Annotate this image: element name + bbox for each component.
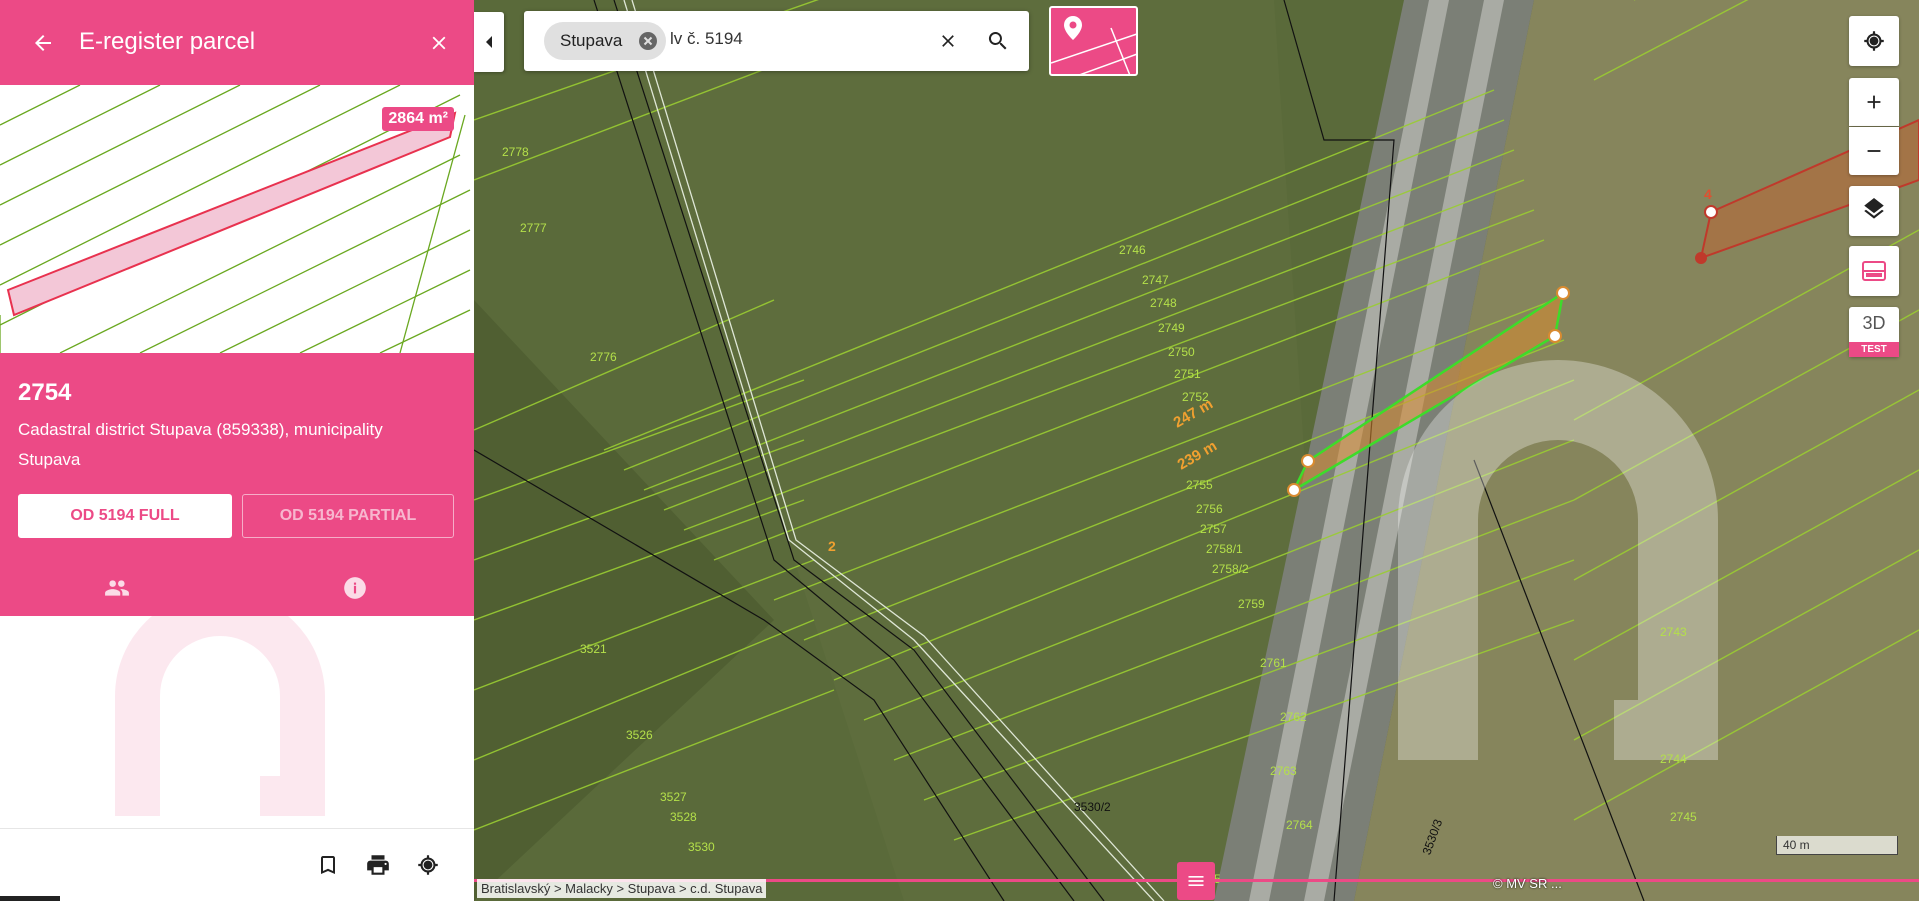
minus-icon	[1867, 150, 1881, 152]
copyright-text: © MV SR ...	[1493, 876, 1562, 891]
tab-info[interactable]	[340, 573, 370, 603]
parcel-layer-toggle[interactable]	[1049, 6, 1138, 76]
close-icon	[432, 36, 446, 50]
back-arrow-icon	[35, 35, 51, 51]
location-chip-label: Stupava	[560, 31, 623, 50]
loading-logo	[115, 616, 325, 816]
bottom-strip	[0, 896, 60, 901]
od-full-button[interactable]: OD 5194 FULL	[18, 494, 232, 538]
split-view-icon	[1862, 261, 1886, 281]
info-icon	[344, 577, 366, 599]
back-button[interactable]	[26, 26, 60, 60]
scale-bar: 40 m	[1776, 836, 1898, 855]
bookmark-icon	[321, 856, 335, 874]
zoom-in-button[interactable]	[1849, 78, 1899, 126]
layers-icon	[1864, 198, 1884, 219]
test-badge: TEST	[1849, 342, 1899, 357]
3d-label: 3D	[1862, 313, 1886, 333]
location-breadcrumb[interactable]: Bratislavský > Malacky > Stupava > c.d. …	[477, 879, 767, 898]
menu-icon	[1188, 876, 1204, 886]
parcel-preview: 2864 m²	[0, 85, 474, 353]
map-canvas[interactable]: 2778 2777 2776 2746 2747 2748 2749 2750 …	[474, 0, 1919, 901]
parcel-number: 2754	[18, 379, 72, 406]
od-partial-button[interactable]: OD 5194 PARTIAL	[242, 494, 454, 538]
panel-title: E-register parcel	[79, 28, 256, 55]
search-bar: Stupava	[524, 11, 1029, 71]
parcel-panel: E-register parcel 2864 m² 2754 Cadastral…	[0, 0, 474, 901]
tab-owners[interactable]	[102, 573, 132, 603]
zoom-out-button[interactable]	[1849, 127, 1899, 175]
bottom-menu-button[interactable]	[1177, 862, 1215, 900]
my-location-button[interactable]	[1849, 16, 1899, 66]
bookmark-button[interactable]	[312, 849, 344, 881]
map-layer	[474, 0, 1919, 901]
collapse-panel-button[interactable]	[474, 12, 504, 72]
panel-content	[0, 616, 474, 828]
locate-icon	[418, 855, 438, 875]
locate-parcel-button[interactable]	[412, 849, 444, 881]
plus-icon	[1867, 95, 1881, 109]
close-button[interactable]	[422, 26, 456, 60]
panel-header: E-register parcel	[0, 0, 474, 85]
parcel-info: 2754 Cadastral district Stupava (859338)…	[0, 353, 474, 616]
search-clear-button[interactable]	[934, 27, 962, 55]
compare-button[interactable]	[1849, 246, 1899, 296]
search-button[interactable]	[984, 27, 1012, 55]
panel-footer	[0, 828, 474, 901]
print-button[interactable]	[362, 849, 394, 881]
print-icon	[367, 855, 389, 875]
clear-icon	[942, 35, 954, 47]
location-chip[interactable]: Stupava	[544, 22, 667, 60]
map-pin-layer-icon	[1051, 16, 1136, 74]
3d-toggle-button[interactable]: 3D TEST	[1849, 307, 1899, 357]
chevron-left-icon	[486, 36, 492, 48]
people-icon	[105, 580, 129, 596]
layers-button[interactable]	[1849, 186, 1899, 236]
search-icon	[988, 32, 1007, 50]
parcel-description: Cadastral district Stupava (859338), mun…	[18, 420, 383, 469]
search-input[interactable]	[670, 29, 950, 49]
crosshair-icon	[1864, 31, 1884, 51]
area-badge: 2864 m²	[382, 107, 454, 131]
chip-remove-icon[interactable]	[638, 31, 658, 51]
app-root: 2778 2777 2776 2746 2747 2748 2749 2750 …	[0, 0, 1919, 901]
